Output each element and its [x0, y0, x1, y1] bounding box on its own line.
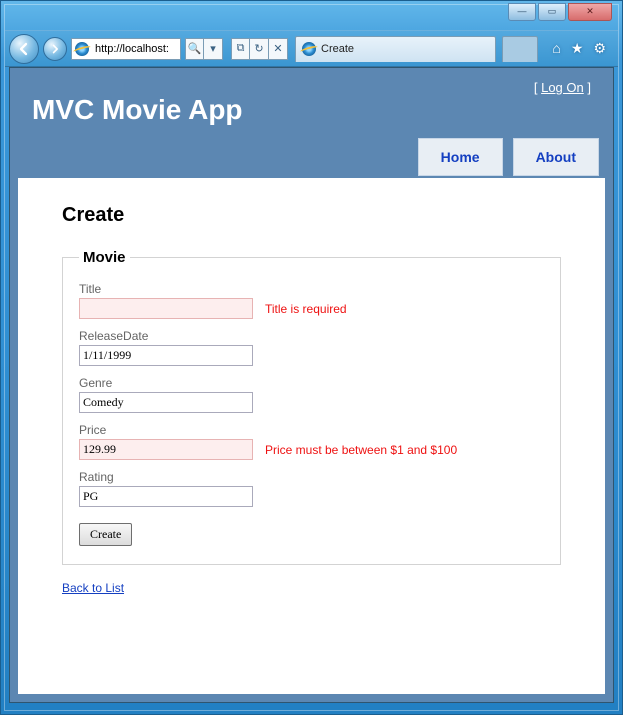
maximize-button[interactable]: ▭: [538, 3, 566, 21]
browser-toolbar: 🔍 ▾ ⧉ ↻ ✕ Create ⌂ ★ ⚙: [5, 30, 618, 67]
refresh-button[interactable]: ↻: [250, 38, 269, 60]
ie-icon: [75, 42, 89, 56]
stop-button[interactable]: ✕: [269, 38, 288, 60]
field-price: Price must be between $1 and $100: [79, 439, 544, 460]
site-title: MVC Movie App: [10, 68, 613, 126]
close-button[interactable]: ✕: [568, 3, 612, 21]
title-bar: — ▭ ✕: [5, 5, 618, 30]
new-tab-button[interactable]: [502, 36, 538, 62]
field-releasedate: [79, 345, 544, 366]
bracket-left: [: [534, 80, 538, 95]
address-bar[interactable]: [71, 38, 181, 60]
url-input[interactable]: [93, 42, 177, 56]
favorites-icon[interactable]: ★: [571, 40, 584, 57]
input-genre[interactable]: [79, 392, 253, 413]
arrow-right-icon: [50, 44, 60, 54]
login-display: [ Log On ]: [534, 80, 591, 95]
input-price[interactable]: [79, 439, 253, 460]
tab-favicon: [302, 42, 316, 56]
movie-fieldset: Movie Title Title is required ReleaseDat…: [62, 249, 561, 565]
label-releasedate: ReleaseDate: [79, 329, 544, 343]
search-button[interactable]: 🔍: [185, 38, 204, 60]
label-title: Title: [79, 282, 544, 296]
create-button[interactable]: Create: [79, 523, 132, 546]
field-genre: [79, 392, 544, 413]
browser-tab[interactable]: Create: [295, 36, 496, 62]
site-page: [ Log On ] MVC Movie App Home About Crea…: [10, 68, 613, 126]
error-price: Price must be between $1 and $100: [265, 443, 457, 457]
frame-buttons: ⌂ ★ ⚙: [542, 40, 612, 57]
minimize-button[interactable]: —: [508, 3, 536, 21]
caption-controls: — ▭ ✕: [508, 3, 612, 21]
back-to-list-link[interactable]: Back to List: [62, 581, 124, 595]
address-bar-buttons: 🔍 ▾: [185, 38, 223, 60]
page-viewport: [ Log On ] MVC Movie App Home About Crea…: [9, 67, 614, 703]
url-dropdown-button[interactable]: ▾: [204, 38, 223, 60]
logon-link[interactable]: Log On: [541, 80, 584, 95]
nav-home[interactable]: Home: [418, 138, 503, 176]
tools-icon[interactable]: ⚙: [593, 40, 606, 57]
back-link-row: Back to List: [62, 579, 561, 597]
nav-about[interactable]: About: [513, 138, 599, 176]
field-rating: [79, 486, 544, 507]
main-nav: Home About: [418, 138, 599, 176]
os-window: — ▭ ✕ 🔍 ▾ ⧉ ↻ ✕: [0, 0, 623, 715]
page-heading: Create: [62, 204, 561, 227]
fieldset-legend: Movie: [79, 249, 130, 266]
submit-row: Create: [79, 523, 544, 546]
tab-title: Create: [321, 43, 354, 55]
input-releasedate[interactable]: [79, 345, 253, 366]
label-genre: Genre: [79, 376, 544, 390]
page-control-buttons: ⧉ ↻ ✕: [231, 38, 288, 60]
compat-view-button[interactable]: ⧉: [231, 38, 250, 60]
forward-button[interactable]: [43, 37, 67, 61]
content-panel: Create Movie Title Title is required Rel…: [18, 178, 605, 694]
home-icon[interactable]: ⌂: [552, 40, 560, 57]
error-title: Title is required: [265, 302, 347, 316]
arrow-left-icon: [17, 42, 31, 56]
label-rating: Rating: [79, 470, 544, 484]
input-title[interactable]: [79, 298, 253, 319]
bracket-right: ]: [587, 80, 591, 95]
back-button[interactable]: [9, 34, 39, 64]
label-price: Price: [79, 423, 544, 437]
field-title: Title is required: [79, 298, 544, 319]
input-rating[interactable]: [79, 486, 253, 507]
